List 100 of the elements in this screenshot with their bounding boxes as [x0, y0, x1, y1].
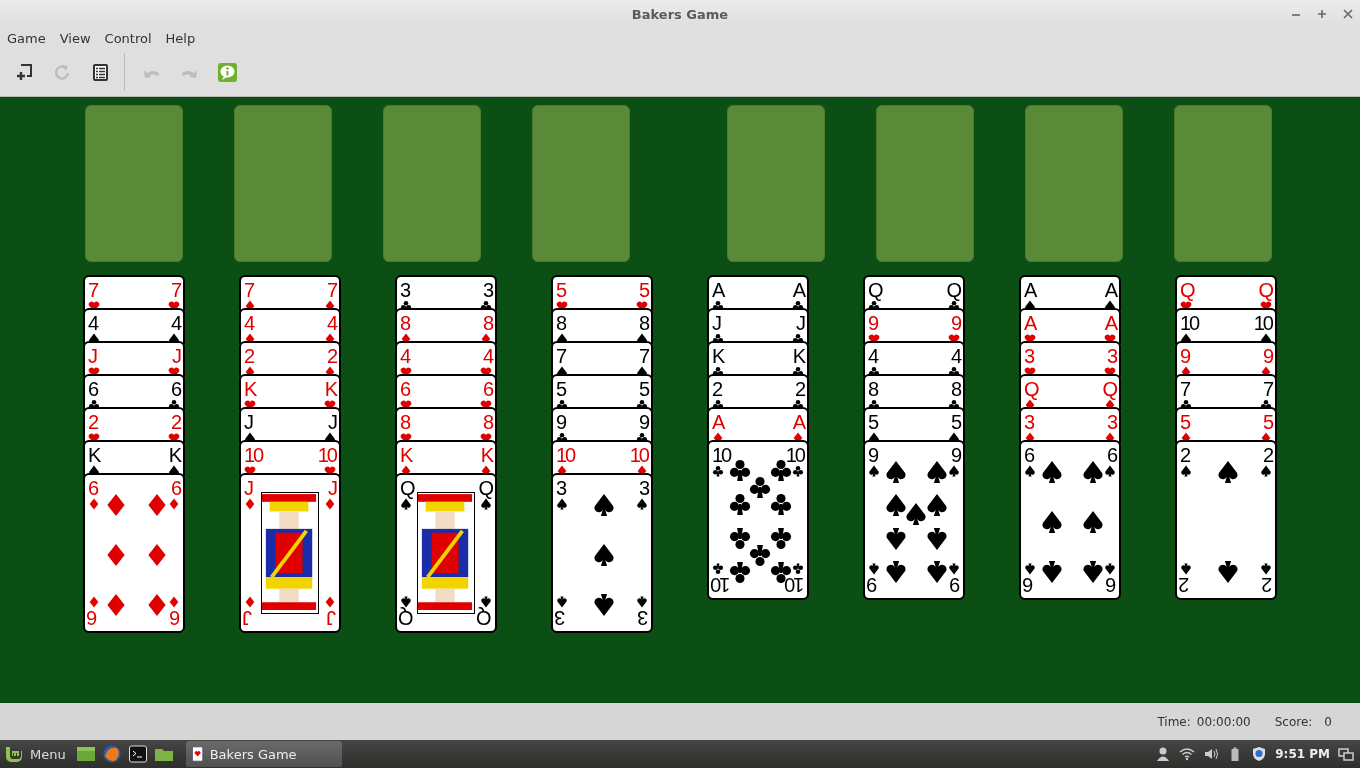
playing-card[interactable]: 10 10	[239, 440, 341, 476]
card-rank: 9	[950, 313, 960, 333]
playing-card[interactable]: Q Q	[1019, 374, 1121, 410]
playing-card[interactable]: 5 5	[863, 407, 965, 443]
playing-card[interactable]: 8 8	[395, 308, 497, 344]
playing-card[interactable]: J J	[239, 407, 341, 443]
playing-card[interactable]: 5 5	[551, 275, 653, 311]
card-rank: K	[324, 379, 336, 399]
playing-card[interactable]: A A	[707, 275, 809, 311]
playing-card[interactable]: J J J J	[239, 473, 341, 633]
free-cell-slot[interactable]	[234, 105, 332, 262]
terminal-icon[interactable]	[127, 744, 148, 764]
menu-item[interactable]: Help	[160, 30, 201, 46]
playing-card[interactable]: A A	[1019, 308, 1121, 344]
show-desktop-icon[interactable]	[75, 744, 96, 764]
menu-item[interactable]: View	[54, 30, 96, 46]
card-rank: J	[796, 313, 804, 333]
playing-card[interactable]: A A	[707, 407, 809, 443]
playing-card[interactable]: 4 4	[395, 341, 497, 377]
card-rank: Q	[946, 280, 960, 300]
taskbar-window-button[interactable]: Bakers Game	[185, 741, 342, 767]
playing-card[interactable]: 6 6 6 6	[1019, 440, 1121, 600]
playing-card[interactable]: Q Q	[863, 275, 965, 311]
playing-card[interactable]: 6 6	[83, 374, 185, 410]
playing-card[interactable]: K K	[707, 341, 809, 377]
playing-card[interactable]: Q Q	[1175, 275, 1277, 311]
card-rank: Q	[1102, 379, 1116, 399]
playing-card[interactable]: A A	[1019, 275, 1121, 311]
playing-card[interactable]: 9 9	[863, 308, 965, 344]
browser-icon[interactable]	[101, 744, 122, 764]
windows-icon[interactable]	[1338, 746, 1354, 762]
card-rank: 6	[400, 379, 410, 399]
playing-card[interactable]: 9 9	[551, 407, 653, 443]
playing-card[interactable]: 5 5	[551, 374, 653, 410]
card-rank: 8	[950, 379, 960, 399]
card-rank: K	[400, 445, 412, 465]
playing-card[interactable]: 7 7	[83, 275, 185, 311]
playing-card[interactable]: 4 4	[863, 341, 965, 377]
playing-card[interactable]: 4 4	[83, 308, 185, 344]
card-rank: 3	[482, 280, 492, 300]
playing-card[interactable]: 2 2	[707, 374, 809, 410]
playing-card[interactable]: 3 3	[1019, 341, 1121, 377]
free-cell-slot[interactable]	[532, 105, 630, 262]
free-cell-slot[interactable]	[85, 105, 183, 262]
spade-icon	[1024, 563, 1036, 575]
playing-card[interactable]: K K	[239, 374, 341, 410]
menu-button[interactable]: Menu	[30, 746, 66, 762]
playing-card[interactable]: K K	[395, 440, 497, 476]
playing-card[interactable]: 2 2	[83, 407, 185, 443]
shield-icon[interactable]	[1251, 746, 1268, 762]
spade-icon	[868, 563, 880, 575]
maximize-icon[interactable]	[1316, 8, 1328, 20]
score-value: 0	[1324, 714, 1332, 729]
playing-card[interactable]: 7 7	[1175, 374, 1277, 410]
clock[interactable]: 9:51 PM	[1275, 747, 1330, 761]
menu-item[interactable]: Game	[2, 30, 51, 46]
user-icon[interactable]	[1155, 746, 1172, 762]
card-rank: 9	[868, 575, 878, 595]
playing-card[interactable]: 4 4	[239, 308, 341, 344]
playing-card[interactable]: 8 8	[863, 374, 965, 410]
playing-card[interactable]: 7 7	[239, 275, 341, 311]
playing-card[interactable]: 10 10 10 10	[707, 440, 809, 600]
menu-item[interactable]: Control	[99, 30, 157, 46]
wifi-icon[interactable]	[1179, 746, 1196, 762]
spade-icon	[556, 596, 568, 608]
playing-card[interactable]: 8 8	[551, 308, 653, 344]
playing-card[interactable]: 10 10	[551, 440, 653, 476]
playing-card[interactable]: 9 9	[1175, 341, 1277, 377]
playing-card[interactable]: J J	[83, 341, 185, 377]
playing-card[interactable]: 6 6	[395, 374, 497, 410]
playing-card[interactable]: 5 5	[1175, 407, 1277, 443]
card-rank: 6	[170, 379, 180, 399]
time-value: 00:00:00	[1196, 714, 1251, 729]
free-cell-slot[interactable]	[383, 105, 481, 262]
spade-icon	[1180, 465, 1192, 477]
diamond-icon	[168, 596, 180, 608]
playing-card[interactable]: 9 9 9 9	[863, 440, 965, 600]
card-rank: 7	[88, 280, 98, 300]
playing-card[interactable]: 8 8	[395, 407, 497, 443]
close-icon[interactable]	[1342, 8, 1354, 20]
diamond-icon	[324, 498, 336, 510]
card-rank: 2	[88, 412, 98, 432]
card-rank: 3	[1106, 412, 1116, 432]
playing-card[interactable]: 7 7	[551, 341, 653, 377]
playing-card[interactable]: 3 3	[395, 275, 497, 311]
spade-icon	[868, 465, 880, 477]
playing-card[interactable]: 2 2	[239, 341, 341, 377]
mint-logo-icon[interactable]	[4, 744, 24, 764]
card-rank: 9	[1180, 346, 1190, 366]
info-icon[interactable]	[216, 61, 238, 83]
playing-card[interactable]: 3 3 3 3	[551, 473, 653, 633]
playing-card[interactable]: 10 10	[1175, 308, 1277, 344]
playing-card[interactable]: K K	[83, 440, 185, 476]
playing-card[interactable]: 2 2 2 2	[1175, 440, 1277, 600]
playing-card[interactable]: J J	[707, 308, 809, 344]
club-icon	[792, 465, 804, 477]
volume-icon[interactable]	[1203, 746, 1220, 762]
playing-card[interactable]: Q Q Q Q	[395, 473, 497, 633]
playing-card[interactable]: 6 6 6 6	[83, 473, 185, 633]
playing-card[interactable]: 3 3	[1019, 407, 1121, 443]
